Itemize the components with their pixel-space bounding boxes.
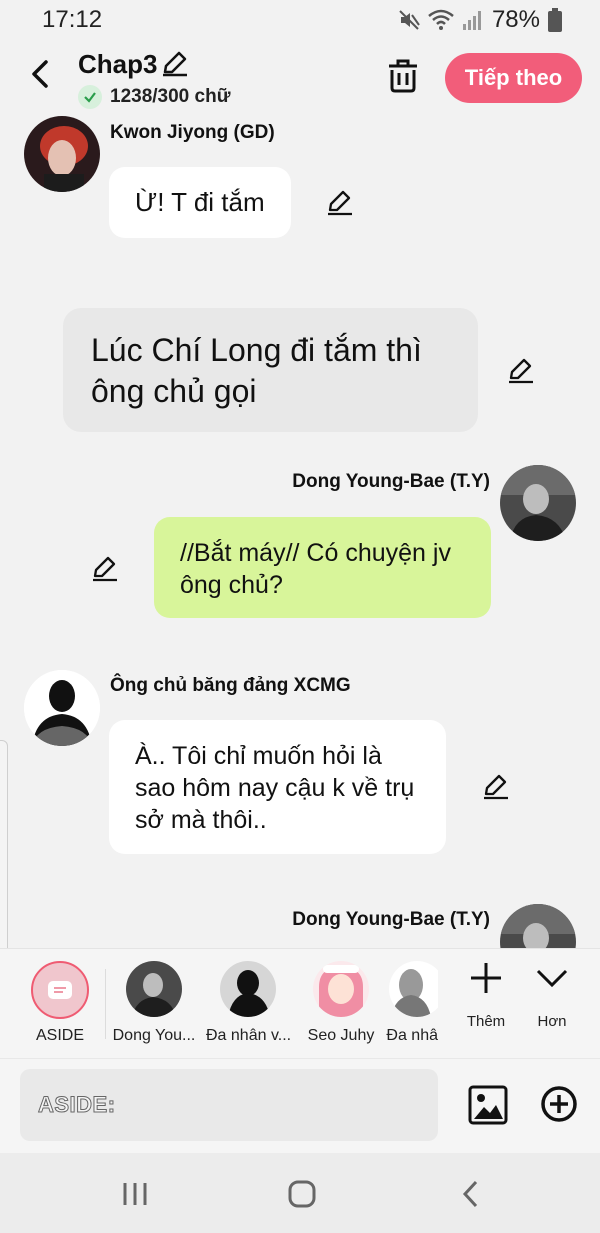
- avatar[interactable]: [500, 465, 576, 541]
- word-count-text: 1238/300 chữ: [110, 86, 231, 107]
- input-placeholder: ASIDE:: [38, 1092, 116, 1118]
- edit-title-icon[interactable]: [160, 48, 190, 78]
- aside-icon: [31, 961, 89, 1019]
- sender-name: Dong Young-Bae (T.Y): [292, 909, 490, 930]
- insert-image-button[interactable]: [468, 1085, 508, 1125]
- message-bubble[interactable]: Ừ! T đi tắm: [109, 167, 291, 238]
- add-label: Thêm: [466, 1013, 506, 1030]
- message-bubble[interactable]: À.. Tôi chỉ muốn hỏi là sao hôm nay cậu …: [109, 720, 446, 854]
- plus-circle-icon: [541, 1086, 577, 1122]
- chapter-title: Chap3: [78, 49, 158, 79]
- image-icon: [468, 1085, 508, 1125]
- message-input[interactable]: ASIDE:: [20, 1069, 438, 1141]
- sender-name: Dong Young-Bae (T.Y): [292, 471, 490, 492]
- status-time: 17:12: [42, 6, 103, 33]
- character-aside[interactable]: ASIDE: [18, 961, 102, 1045]
- character-item[interactable]: Đa nhân v...: [206, 961, 290, 1045]
- back-arrow-icon: [462, 1180, 478, 1208]
- recent-apps-button[interactable]: [118, 1177, 152, 1211]
- chevron-left-icon: [32, 60, 48, 88]
- home-icon: [288, 1180, 316, 1208]
- edit-message-icon[interactable]: [482, 772, 510, 800]
- home-button[interactable]: [285, 1177, 319, 1211]
- avatar: [389, 961, 438, 1017]
- character-bar: ASIDE Dong You... Đa nhân v... Seo Juhy …: [0, 948, 600, 1058]
- divider: [105, 969, 106, 1039]
- avatar: [126, 961, 182, 1017]
- input-bar: ASIDE:: [0, 1058, 600, 1153]
- delete-button[interactable]: [386, 58, 420, 94]
- character-item[interactable]: Đa nhâ: [378, 961, 438, 1045]
- character-name: ASIDE: [35, 1027, 84, 1044]
- status-bar: 17:12 78%: [0, 0, 600, 40]
- edit-message-icon[interactable]: [91, 554, 119, 582]
- add-character-button[interactable]: Thêm: [456, 961, 516, 1030]
- app-header: Chap3 1238/300 chữ Tiếp theo: [0, 40, 600, 116]
- avatar[interactable]: [24, 670, 100, 746]
- sender-name: Kwon Jiyong (GD): [110, 122, 275, 143]
- message-bubble[interactable]: //Bắt máy// Có chuyện jv ông chủ?: [154, 517, 491, 618]
- character-item[interactable]: Dong You...: [112, 961, 196, 1045]
- add-content-button[interactable]: [540, 1085, 578, 1123]
- status-icons: 78%: [398, 6, 562, 34]
- wifi-icon: [428, 9, 454, 31]
- edit-message-icon[interactable]: [326, 188, 354, 216]
- character-name: Đa nhâ: [386, 1027, 438, 1044]
- chevron-down-icon: [536, 969, 568, 988]
- side-panel-handle[interactable]: [0, 740, 8, 972]
- plus-icon: [471, 963, 501, 993]
- avatar[interactable]: [24, 116, 100, 192]
- system-back-button[interactable]: [454, 1177, 488, 1211]
- avatar: [313, 961, 369, 1017]
- recent-apps-icon: [123, 1183, 147, 1205]
- more-button[interactable]: Hơn: [522, 961, 582, 1030]
- narration-bubble[interactable]: Lúc Chí Long đi tắm thì ông chủ gọi: [63, 308, 478, 432]
- character-item[interactable]: Seo Juhy: [299, 961, 383, 1045]
- next-button[interactable]: Tiếp theo: [445, 53, 582, 103]
- word-count: 1238/300 chữ: [78, 85, 230, 109]
- more-label: Hơn: [537, 1013, 567, 1030]
- check-icon: [78, 85, 102, 109]
- avatar: [220, 961, 276, 1017]
- mute-icon: [398, 9, 420, 31]
- signal-icon: [462, 9, 484, 31]
- system-nav-bar: [0, 1153, 600, 1233]
- trash-icon: [389, 59, 417, 93]
- sender-name: Ông chủ băng đảng XCMG: [110, 675, 351, 696]
- character-name: Seo Juhy: [307, 1027, 375, 1044]
- avatar[interactable]: [500, 904, 576, 948]
- battery-icon: [548, 8, 562, 32]
- battery-percent: 78%: [491, 6, 540, 33]
- back-button[interactable]: [22, 54, 58, 94]
- character-name: Dong You...: [112, 1027, 196, 1044]
- character-name: Đa nhân v...: [206, 1027, 290, 1044]
- edit-message-icon[interactable]: [507, 356, 535, 384]
- chat-area[interactable]: Kwon Jiyong (GD) Ừ! T đi tắm Lúc Chí Lon…: [0, 116, 600, 948]
